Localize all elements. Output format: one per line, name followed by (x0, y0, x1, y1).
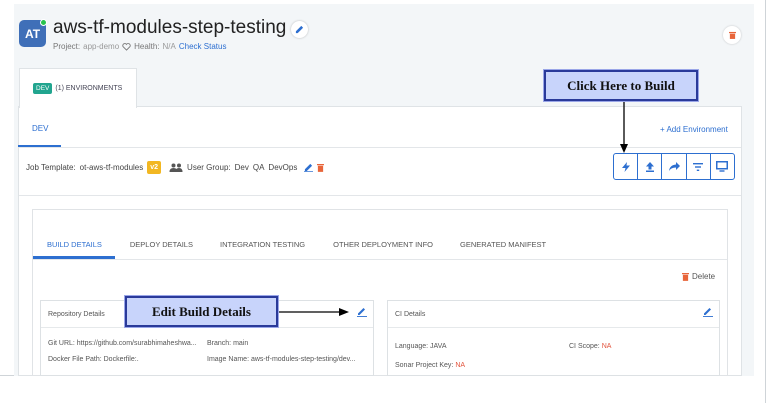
user-group-devops: DevOps (268, 163, 298, 172)
add-environment-button[interactable]: + Add Environment (660, 125, 728, 134)
docker-file-field: Docker File Path: Dockerfile:. (48, 356, 139, 363)
divider (19, 147, 741, 148)
env-badge: DEV (33, 83, 53, 94)
ci-scope-label: CI Scope: (569, 343, 600, 350)
user-group-qa: QA (252, 163, 265, 172)
user-group-icon (169, 163, 183, 172)
heart-icon[interactable] (122, 42, 131, 51)
trash-icon (728, 31, 736, 39)
window-edge (765, 0, 766, 403)
monitor-icon (716, 161, 729, 172)
environments-tab-label: (1) ENVIRONMENTS (55, 85, 123, 92)
edit-ci-pencil-icon[interactable] (703, 307, 713, 317)
tab-dev[interactable]: DEV (32, 124, 48, 133)
version-badge: v2 (147, 161, 162, 174)
online-status-dot (40, 19, 47, 26)
ci-scope-field: CI Scope: NA (569, 343, 611, 350)
build-button[interactable] (614, 154, 639, 179)
promote-button[interactable] (662, 154, 687, 179)
project-value: app-demo (83, 42, 120, 51)
tab-build-details[interactable]: BUILD DETAILS (47, 229, 102, 259)
tab-environments[interactable]: DEV (1) ENVIRONMENTS (19, 68, 137, 108)
ci-details-title: CI Details (395, 310, 426, 318)
bolt-icon (621, 161, 630, 172)
share-icon (668, 162, 680, 171)
upload-button[interactable] (638, 154, 663, 179)
edit-job-pencil-icon[interactable] (304, 163, 314, 172)
tab-integration-testing[interactable]: INTEGRATION TESTING (220, 229, 305, 259)
build-toolbar (613, 153, 735, 180)
user-group-dev: Dev (234, 163, 249, 172)
avatar-initials: AT (24, 26, 41, 41)
delete-label: Delete (692, 272, 716, 281)
delete-build-button[interactable]: Delete (682, 272, 715, 281)
trash-icon (682, 273, 689, 281)
delete-job-trash-icon[interactable] (317, 163, 325, 172)
language-field: Language: JAVA (395, 343, 447, 350)
project-label: Project: (53, 42, 81, 51)
job-template-row: Job Template: ot-aws-tf-modules v2 User … (26, 159, 325, 176)
sonar-key-value: NA (455, 362, 466, 369)
edit-title-button[interactable] (291, 21, 308, 38)
sonar-key-field: Sonar Project Key: NA (395, 362, 465, 369)
monitor-button[interactable] (711, 154, 734, 179)
git-url-field: Git URL: https://github.com/surabhimahes… (48, 340, 197, 347)
health-value: N/A (162, 42, 176, 51)
divider (33, 259, 727, 260)
tab-deploy-details[interactable]: DEPLOY DETAILS (130, 229, 193, 259)
job-template-label: Job Template: (26, 163, 76, 172)
delete-app-button[interactable] (723, 26, 741, 44)
user-group-label: User Group: (187, 163, 231, 172)
pencil-icon (295, 25, 304, 34)
page-title: aws-tf-modules-step-testing (53, 17, 287, 38)
project-meta: Project: app-demo Health: N/A Check Stat… (53, 42, 226, 51)
filter-icon (693, 162, 704, 171)
job-template-value: ot-aws-tf-modules (79, 163, 144, 172)
upload-icon (645, 161, 654, 172)
image-name-field: Image Name: aws-tf-modules-step-testing/… (207, 356, 356, 363)
ci-details-box: CI Details Language: JAVA CI Scope: NA S… (387, 300, 720, 376)
tab-generated-manifest[interactable]: GENERATED MANIFEST (460, 229, 546, 259)
window-edge-bottom (0, 375, 14, 376)
repository-details-title: Repository Details (48, 310, 105, 318)
filter-button[interactable] (687, 154, 711, 179)
health-label: Health: (134, 42, 160, 51)
divider (19, 195, 741, 196)
edit-repository-pencil-icon[interactable] (357, 307, 367, 317)
check-status-link[interactable]: Check Status (179, 42, 227, 51)
ci-details-header: CI Details (388, 301, 719, 328)
build-callout: Click Here to Build (544, 70, 698, 101)
sonar-key-label: Sonar Project Key: (395, 362, 454, 369)
ci-scope-value: NA (601, 343, 612, 350)
details-tabs: BUILD DETAILS DEPLOY DETAILS INTEGRATION… (33, 229, 546, 259)
branch-field: Branch: main (207, 340, 249, 347)
edit-callout: Edit Build Details (125, 296, 278, 327)
tab-other-deployment-info[interactable]: OTHER DEPLOYMENT INFO (333, 229, 433, 259)
